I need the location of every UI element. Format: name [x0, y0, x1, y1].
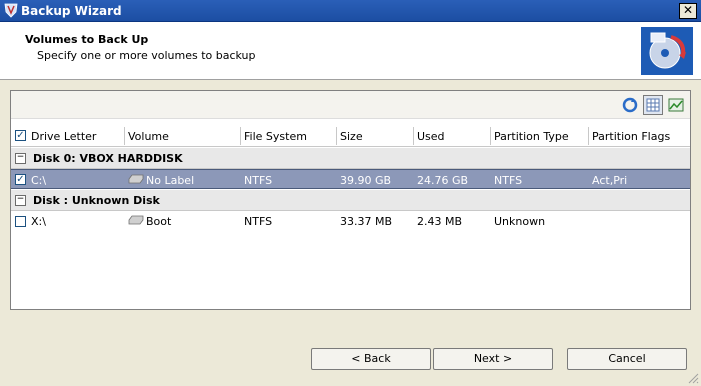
- view-toolbar: [11, 91, 690, 119]
- cell-drive: C:\: [31, 174, 47, 187]
- cell-volume: No Label: [146, 174, 195, 187]
- col-volume[interactable]: Volume: [128, 130, 169, 143]
- cell-partition-flags: Act,Pri: [592, 174, 628, 187]
- volume-panel: ✓ Drive Letter Volume File System Size U…: [10, 90, 691, 310]
- col-partition-flags[interactable]: Partition Flags: [592, 130, 670, 143]
- disk-group-label: Disk 0: VBOX HARDDISK: [33, 152, 183, 165]
- backup-disc-icon: [641, 27, 693, 75]
- cell-size: 39.90 GB: [340, 174, 392, 187]
- cell-size: 33.37 MB: [340, 215, 393, 228]
- disk-group-1[interactable]: − Disk : Unknown Disk: [11, 190, 690, 211]
- col-size[interactable]: Size: [340, 130, 363, 143]
- disk-group-label: Disk : Unknown Disk: [33, 194, 160, 207]
- col-used[interactable]: Used: [417, 130, 445, 143]
- disk-group-0[interactable]: − Disk 0: VBOX HARDDISK: [11, 148, 690, 169]
- resize-grip-icon[interactable]: [686, 372, 699, 384]
- wizard-header: Volumes to Back Up Specify one or more v…: [0, 22, 701, 80]
- drive-icon: [128, 174, 144, 184]
- col-file-system[interactable]: File System: [244, 130, 307, 143]
- grid-view-icon: [646, 98, 660, 112]
- cell-drive: X:\: [31, 215, 46, 228]
- cell-file-system: NTFS: [244, 215, 273, 228]
- close-icon: ✕: [682, 3, 694, 17]
- column-header-row: ✓ Drive Letter Volume File System Size U…: [11, 125, 690, 147]
- chart-view-icon: [668, 98, 684, 112]
- cell-partition-type: NTFS: [494, 174, 523, 187]
- cell-used: 24.76 GB: [417, 174, 469, 187]
- refresh-icon: [622, 97, 638, 113]
- close-button[interactable]: ✕: [679, 3, 697, 19]
- title-bar: Backup Wizard ✕: [0, 0, 701, 22]
- window-title: Backup Wizard: [21, 4, 122, 18]
- chart-view-button[interactable]: [666, 95, 686, 115]
- refresh-button[interactable]: [620, 95, 640, 115]
- page-title: Volumes to Back Up: [25, 33, 149, 46]
- back-button[interactable]: < Back: [311, 348, 431, 370]
- col-drive-letter[interactable]: Drive Letter: [31, 130, 96, 143]
- cell-used: 2.43 MB: [417, 215, 463, 228]
- app-shield-icon: [4, 3, 18, 18]
- cell-file-system: NTFS: [244, 174, 273, 187]
- cell-volume: Boot: [146, 215, 172, 228]
- col-partition-type[interactable]: Partition Type: [494, 130, 569, 143]
- cancel-button[interactable]: Cancel: [567, 348, 687, 370]
- cell-partition-type: Unknown: [494, 215, 546, 228]
- collapse-icon[interactable]: −: [15, 153, 26, 164]
- next-button[interactable]: Next >: [433, 348, 553, 370]
- volume-row[interactable]: X:\ Boot NTFS 33.37 MB 2.43 MB Unknown: [11, 211, 690, 231]
- grid-view-button[interactable]: [643, 95, 663, 115]
- volume-row[interactable]: ✓ C:\ No Label NTFS 39.90 GB 24.76 GB NT…: [11, 169, 690, 189]
- collapse-icon[interactable]: −: [15, 195, 26, 206]
- row-checkbox[interactable]: [15, 216, 26, 227]
- row-checkbox[interactable]: ✓: [15, 174, 26, 185]
- page-subtitle: Specify one or more volumes to backup: [37, 49, 256, 62]
- drive-icon: [128, 215, 144, 225]
- select-all-checkbox[interactable]: ✓: [15, 130, 26, 141]
